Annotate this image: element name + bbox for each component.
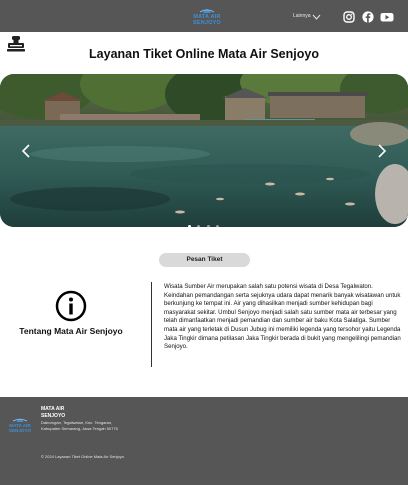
top-navbar: MATA AIR SENJOYO Lainnya [0,0,408,32]
brand-logo[interactable]: MATA AIR SENJOYO [188,4,226,28]
footer-logo: MATA AIR SENJOYO [5,414,35,436]
about-description: Wisata Sumber Air merupakan salah satu p… [164,283,401,351]
carousel-indicators [188,215,221,228]
footer-address: Daborngan, Tegalwaton, Kec. Tengaran, Ka… [41,420,118,431]
carousel-slide-image [0,74,408,227]
instagram-icon[interactable] [343,11,355,23]
brand-line-2: SENJOYO [193,20,221,26]
water-drop-icon [199,9,215,13]
carousel-dot[interactable] [216,225,220,228]
footer-site-name: MATA AIR SENJOYO [41,406,81,419]
language-menu[interactable]: Lainnya [293,13,311,19]
carousel-dot[interactable] [188,225,191,228]
footer-logo-line-2: SENJOYO [8,428,32,433]
carousel-next-arrow[interactable] [376,144,388,158]
about-title: Tentang Mata Air Senjoyo [19,326,123,336]
about-divider [151,282,152,367]
footer-copyright: © 2024 Layanan Tiket Online Mata Air Sen… [41,454,124,459]
info-icon [55,290,87,322]
facebook-icon[interactable] [362,11,374,23]
footer-name-line-2: SENJOYO [41,412,66,419]
youtube-icon[interactable] [380,11,394,23]
chevron-down-icon[interactable] [312,14,321,20]
carousel-dot[interactable] [206,225,210,228]
page-title: Layanan Tiket Online Mata Air Senjoyo [89,47,319,61]
carousel-prev-arrow[interactable] [20,144,32,158]
order-ticket-button[interactable]: Pesan Tiket [159,253,250,267]
water-drop-icon [12,418,28,422]
hero-carousel[interactable] [0,74,408,227]
